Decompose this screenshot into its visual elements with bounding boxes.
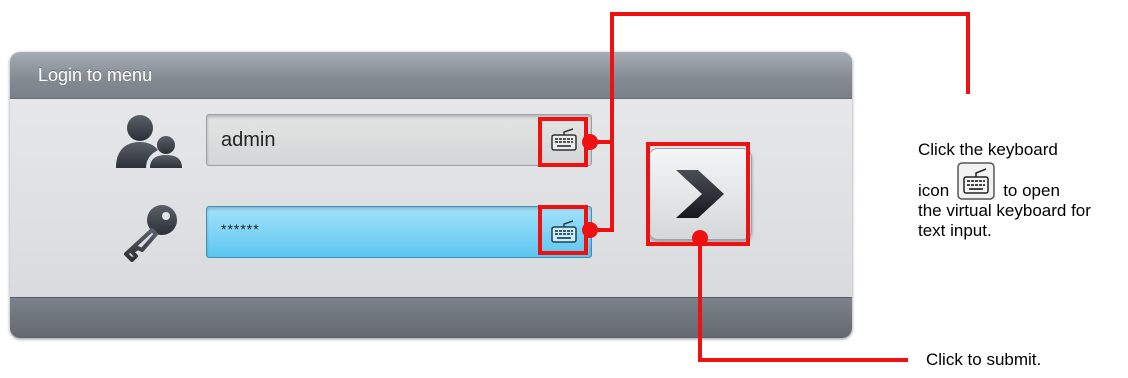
highlight-keyboard-pass (538, 205, 588, 255)
panel-header: Login to menu (10, 52, 852, 99)
annotation-text: icon (918, 181, 950, 200)
panel-footer (10, 297, 852, 338)
callout-line (610, 12, 614, 232)
highlight-keyboard-user (538, 117, 588, 167)
username-field[interactable]: admin (206, 114, 592, 166)
annotation-line: the virtual keyboard for text input. (918, 201, 1091, 240)
annotation-line: Click the keyboard (918, 140, 1058, 159)
password-value: ****** (221, 221, 260, 237)
password-field[interactable]: ****** (206, 206, 592, 258)
keyboard-annotation: Click the keyboard icon to open the virt… (918, 140, 1123, 241)
username-value: admin (221, 129, 276, 151)
annotation-line: icon to open (918, 162, 1123, 201)
callout-line (610, 12, 970, 16)
submit-annotation: Click to submit. (926, 350, 1042, 369)
annotation-text: to open (1003, 181, 1060, 200)
callout-line (698, 358, 908, 362)
panel-title: Login to menu (38, 65, 153, 85)
callout-line (966, 12, 970, 94)
callout-line (698, 238, 702, 362)
keyboard-icon (957, 162, 995, 200)
key-icon (124, 205, 177, 262)
users-icon (116, 115, 182, 168)
